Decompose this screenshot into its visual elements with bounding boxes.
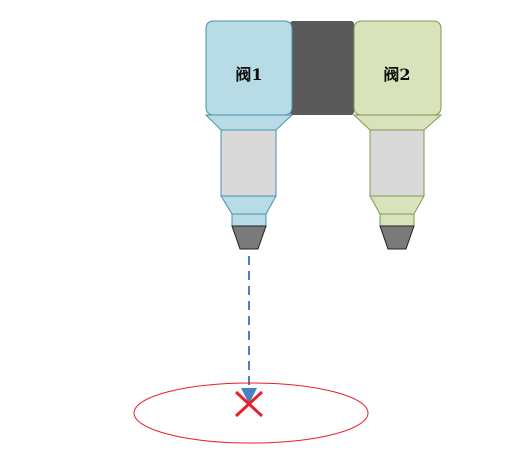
valve-2-nozzle (379, 225, 415, 250)
valve-1: 阀1 (204, 20, 294, 250)
valve-2-label: 阀2 (383, 65, 410, 84)
dispensing-diagram: 阀1 阀2 (0, 0, 510, 452)
valve-2-tube (369, 129, 425, 197)
valve-2-taper (352, 114, 443, 131)
valve-2-collar (379, 213, 415, 227)
diagram-canvas: 阀1 阀2 (133, 20, 443, 444)
valve-1-label: 阀1 (235, 65, 262, 84)
valve-2-lower-taper (369, 195, 425, 215)
valve-1-nozzle (231, 225, 267, 250)
valve-1-collar (231, 213, 267, 227)
valve-1-taper (204, 114, 294, 131)
valve-connector-block (290, 21, 354, 115)
valve-2: 阀2 (352, 20, 443, 250)
valve-1-lower-taper (220, 195, 277, 215)
valve-1-tube (220, 129, 277, 197)
target-area-ellipse (133, 382, 369, 444)
